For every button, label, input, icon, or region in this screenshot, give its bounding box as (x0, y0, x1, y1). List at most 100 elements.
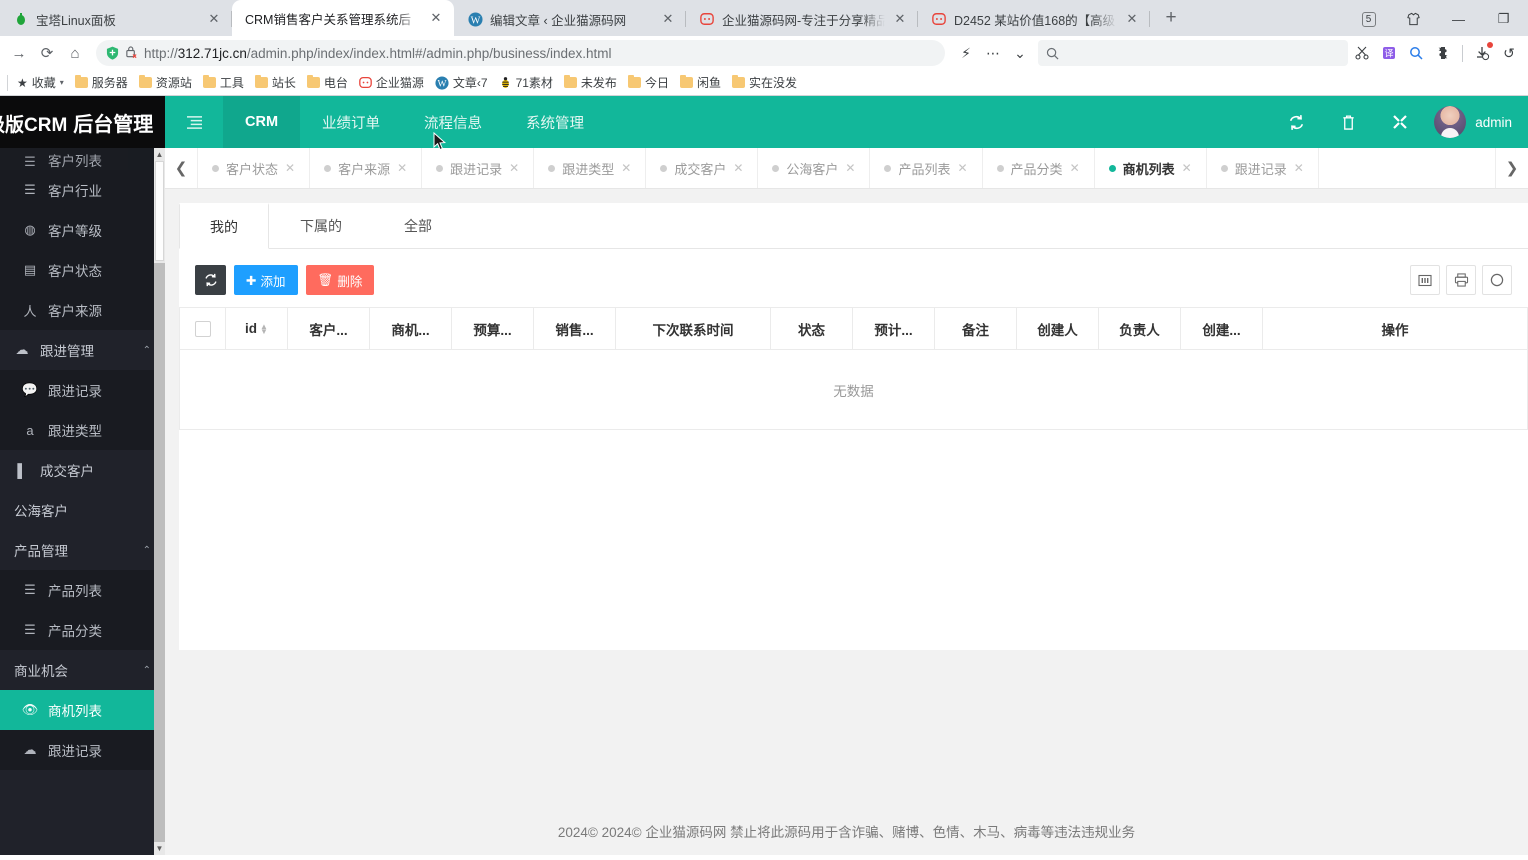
close-icon[interactable]: ✕ (957, 161, 967, 175)
new-tab-button[interactable]: + (1156, 3, 1186, 33)
scrollbar-track[interactable] (154, 263, 165, 842)
col-owner[interactable]: 负责人 (1098, 307, 1181, 350)
scroll-up-arrow[interactable]: ▲ (154, 148, 165, 161)
topnav-item-system[interactable]: 系统管理 (504, 96, 606, 148)
home-icon[interactable]: ⌂ (62, 40, 88, 66)
tab-all[interactable]: 全部 (373, 203, 463, 248)
page-tab-followup-record[interactable]: 跟进记录 ✕ (422, 148, 535, 188)
topnav-item-process[interactable]: 流程信息 (402, 96, 504, 148)
close-icon[interactable]: ✕ (845, 161, 855, 175)
browser-tab-active[interactable]: CRM销售客户关系管理系统后 ✕ (232, 0, 454, 36)
close-icon[interactable]: ✕ (621, 161, 631, 175)
shirt-icon[interactable] (1391, 3, 1436, 35)
avatar[interactable] (1434, 106, 1467, 138)
bookmark-item[interactable]: W 文章‹7 (430, 72, 493, 93)
browser-tab[interactable]: D2452 某站价值168的【高级 ✕ (918, 2, 1150, 36)
translate-icon[interactable]: 译 (1376, 40, 1402, 66)
col-remark[interactable]: 备注 (934, 307, 1017, 350)
tab-count-badge[interactable]: 5 (1346, 3, 1391, 35)
trash-icon[interactable] (1322, 96, 1374, 148)
sidebar-item-customer-level[interactable]: ◍ 客户等级 (0, 210, 165, 250)
chevron-down-icon[interactable]: ⌄ (1007, 40, 1033, 66)
delete-button[interactable]: 🗑 删除 (305, 265, 375, 295)
search-input[interactable] (1038, 40, 1348, 66)
sidebar-item-customer-source[interactable]: 人 客户来源 (0, 290, 165, 330)
close-icon[interactable]: ✕ (733, 161, 743, 175)
close-icon[interactable]: ✕ (397, 161, 407, 175)
col-customer[interactable]: 客户... (287, 307, 370, 350)
bookmark-item[interactable]: 实在没发 (727, 72, 802, 93)
sort-icon[interactable]: ▲ ▼ (260, 323, 268, 336)
sidebar-item-customer-status[interactable]: ▤ 客户状态 (0, 250, 165, 290)
refresh-icon[interactable] (1270, 96, 1322, 148)
magnify-icon[interactable] (1403, 40, 1429, 66)
close-icon[interactable]: ✕ (660, 11, 676, 27)
sidebar-item-deal-customer[interactable]: ▌ 成交客户 (0, 450, 165, 490)
topnav-item-crm[interactable]: CRM (223, 96, 301, 148)
sidebar-item-followup-record[interactable]: 💬 跟进记录 (0, 370, 165, 410)
page-tab-product-category[interactable]: 产品分类 ✕ (983, 148, 1095, 188)
fullscreen-icon[interactable] (1374, 96, 1426, 148)
browser-tab[interactable]: 宝塔Linux面板 ✕ (0, 2, 232, 36)
page-tab-public-customer[interactable]: 公海客户 ✕ (758, 148, 871, 188)
tabs-next-button[interactable]: ❯ (1495, 148, 1528, 188)
close-icon[interactable]: ✕ (1294, 161, 1304, 175)
col-created[interactable]: 创建... (1180, 307, 1263, 350)
close-icon[interactable]: ✕ (509, 161, 519, 175)
sidebar-item-public-customer[interactable]: 公海客户 (0, 490, 165, 530)
sidebar-group-followup[interactable]: ☁ 跟进管理 ⌃ (0, 330, 165, 370)
col-id[interactable]: id ▲ ▼ (225, 307, 288, 350)
sidebar-item-customer-industry[interactable]: ☰ 客户行业 (0, 170, 165, 210)
sidebar-group-product[interactable]: 产品管理 ⌃ (0, 530, 165, 570)
sidebar-item-customer-list[interactable]: ☰ 客户列表 (0, 148, 165, 170)
scrollbar-thumb[interactable] (155, 161, 164, 261)
bookmark-item[interactable]: 资源站 (134, 72, 197, 93)
topnav-item-orders[interactable]: 业绩订单 (300, 96, 402, 148)
tabs-prev-button[interactable]: ❮ (165, 148, 198, 188)
bookmark-item[interactable]: 企业猫源 (354, 72, 429, 93)
bookmark-item[interactable]: 今日 (623, 72, 674, 93)
printer-icon[interactable] (1446, 265, 1476, 295)
close-icon[interactable]: ✕ (1070, 161, 1080, 175)
lock-broken-icon[interactable] (125, 45, 138, 62)
sidebar-scrollbar[interactable]: ▲ ▼ (154, 148, 165, 855)
maximize-button[interactable]: ❐ (1481, 3, 1526, 35)
bookmark-item[interactable]: 电台 (302, 72, 353, 93)
col-actions[interactable]: 操作 (1262, 307, 1528, 350)
minimize-button[interactable]: — (1436, 3, 1481, 35)
more-dots-icon[interactable]: ⋯ (980, 40, 1006, 66)
col-creator[interactable]: 创建人 (1016, 307, 1099, 350)
sidebar-item-business-list[interactable]: 👁 商机列表 (0, 690, 165, 730)
puzzle-icon[interactable] (1430, 40, 1456, 66)
col-expected[interactable]: 预计... (852, 307, 935, 350)
bookmark-item[interactable]: 服务器 (70, 72, 133, 93)
bookmark-item[interactable]: 工具 (198, 72, 249, 93)
page-tab-customer-source[interactable]: 客户来源 ✕ (310, 148, 423, 188)
bookmark-item[interactable]: 71素材 (494, 72, 558, 93)
select-all-checkbox[interactable] (194, 320, 211, 337)
refresh-button[interactable] (195, 265, 226, 295)
close-icon[interactable]: ✕ (428, 10, 444, 26)
col-budget[interactable]: 预算... (451, 307, 534, 350)
shield-icon[interactable] (106, 46, 119, 60)
col-status[interactable]: 状态 (770, 307, 853, 350)
col-next-contact[interactable]: 下次联系时间 (615, 307, 771, 350)
scissors-icon[interactable] (1349, 40, 1375, 66)
username-label[interactable]: admin (1475, 115, 1512, 130)
browser-tab[interactable]: W 编辑文章 ‹ 企业猫源码网 ✕ (454, 2, 686, 36)
page-tab-business-followup[interactable]: 跟进记录 ✕ (1207, 148, 1319, 188)
sidebar-item-business-followup[interactable]: ☁ 跟进记录 (0, 730, 165, 770)
sidebar-item-followup-type[interactable]: a 跟进类型 (0, 410, 165, 450)
sidebar-group-business[interactable]: 商业机会 ⌃ (0, 650, 165, 690)
scroll-down-arrow[interactable]: ▼ (154, 842, 165, 855)
sidebar-item-product-category[interactable]: ☰ 产品分类 (0, 610, 165, 650)
bookmark-item[interactable]: 闲鱼 (675, 72, 726, 93)
bookmark-item[interactable]: 未发布 (559, 72, 622, 93)
page-tab-business-list[interactable]: 商机列表 ✕ (1095, 148, 1207, 188)
col-sales[interactable]: 销售... (533, 307, 616, 350)
close-icon[interactable]: ✕ (285, 161, 295, 175)
lightning-icon[interactable]: ⚡ (953, 40, 979, 66)
columns-icon[interactable] (1410, 265, 1440, 295)
close-icon[interactable]: ✕ (892, 11, 908, 27)
bookmark-item[interactable]: 站长 (250, 72, 301, 93)
